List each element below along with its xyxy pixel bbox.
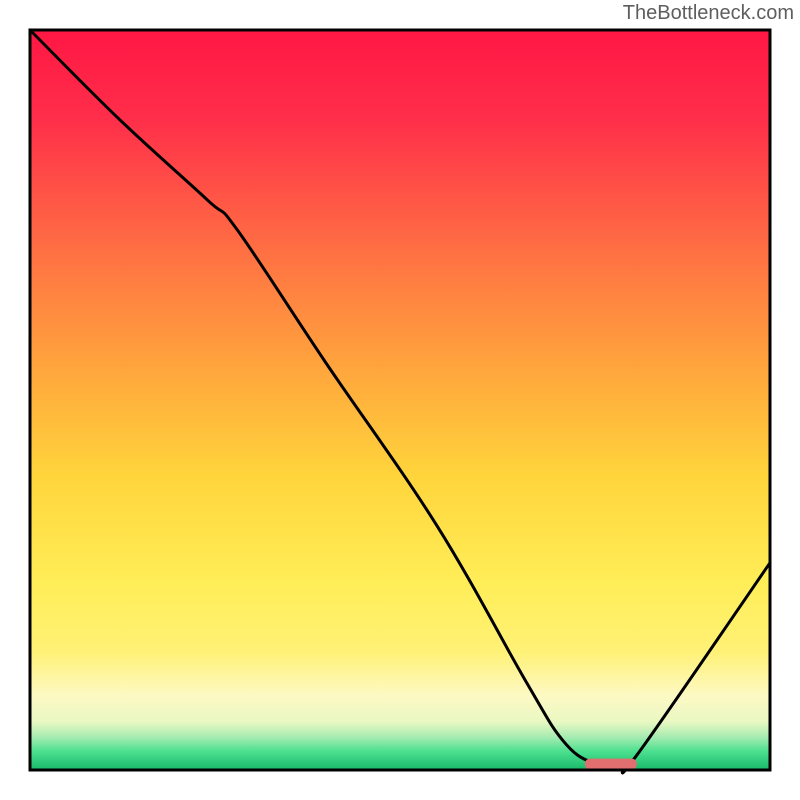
watermark-label: TheBottleneck.com	[623, 2, 794, 25]
chart-container: TheBottleneck.com	[0, 0, 800, 800]
bottleneck-chart	[0, 0, 800, 800]
optimal-marker	[585, 759, 637, 770]
